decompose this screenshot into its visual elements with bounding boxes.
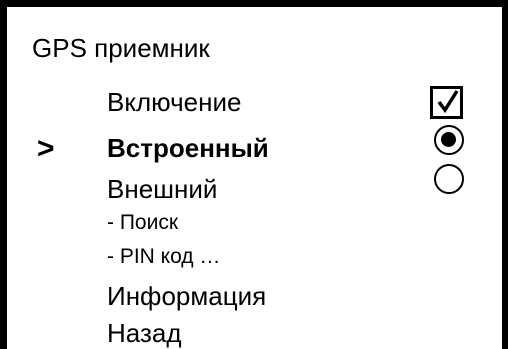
menu-item-info[interactable]: Информация (107, 281, 266, 311)
menu-item-search[interactable]: - Поиск (107, 210, 178, 236)
menu-item-enable[interactable]: Включение (107, 87, 241, 117)
menu-item-external[interactable]: Внешний (107, 174, 217, 204)
enable-checkbox[interactable] (430, 86, 463, 119)
checkmark-icon (437, 90, 459, 114)
menu-item-back[interactable]: Назад (107, 318, 182, 348)
gps-receiver-screen: GPS приемник > Включение Встроенный Внеш… (0, 0, 508, 349)
menu-item-pin-code[interactable]: - PIN код … (107, 244, 220, 270)
builtin-radio[interactable] (434, 125, 464, 155)
menu-item-builtin[interactable]: Встроенный (107, 133, 269, 163)
selection-cursor: > (37, 132, 55, 165)
external-radio[interactable] (434, 164, 464, 194)
screen-title: GPS приемник (32, 33, 210, 63)
